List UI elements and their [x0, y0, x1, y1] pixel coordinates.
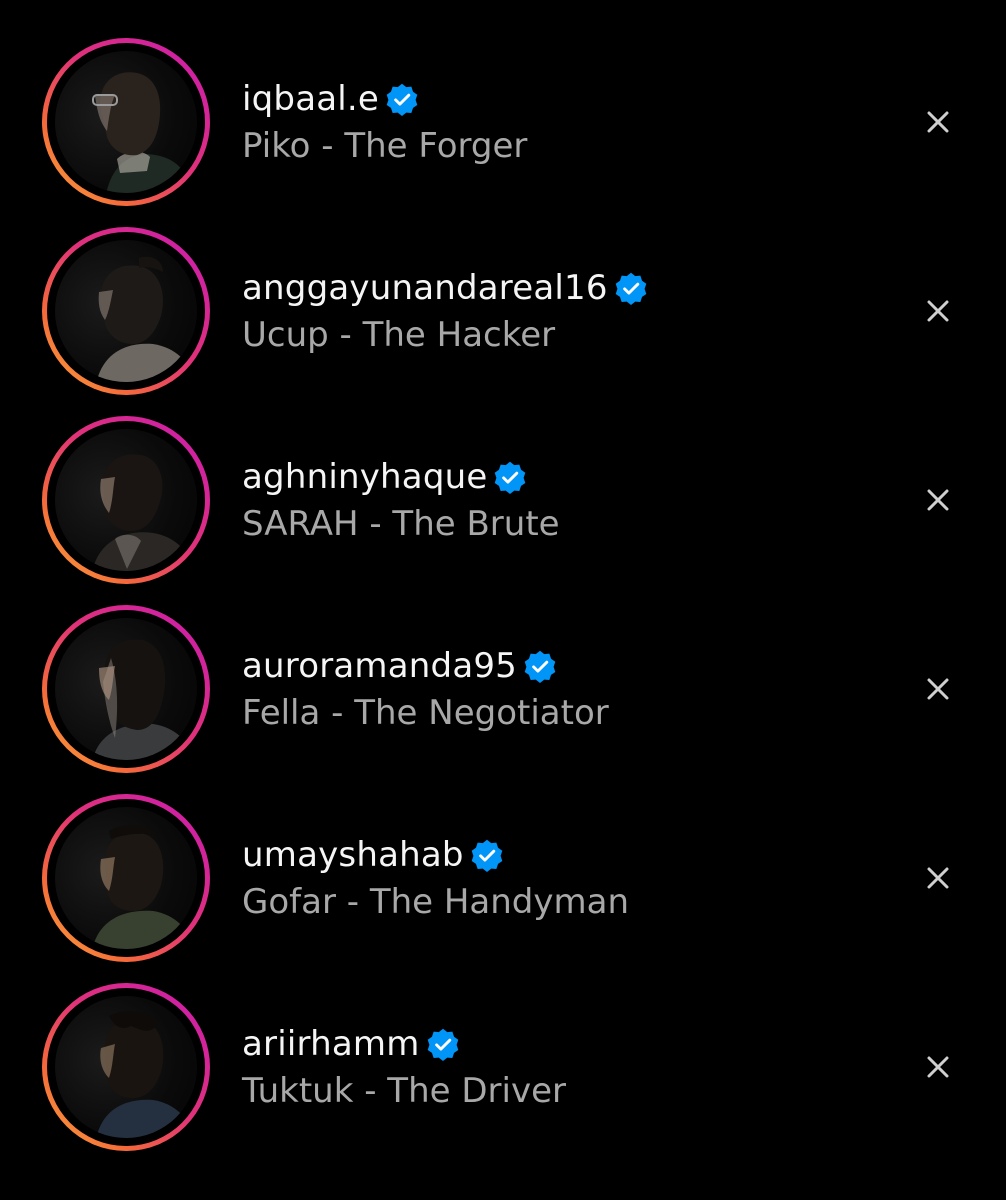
- close-icon: [927, 489, 949, 511]
- username[interactable]: umayshahab: [242, 835, 464, 875]
- verified-badge-icon: [386, 83, 418, 116]
- profile-photo: [92, 639, 195, 760]
- dismiss-button[interactable]: [918, 480, 958, 520]
- username[interactable]: auroramanda95: [242, 646, 517, 686]
- close-icon: [927, 678, 949, 700]
- story-ring[interactable]: [42, 794, 210, 962]
- account-subtitle: Gofar - The Handyman: [242, 882, 630, 922]
- account-subtitle: Tuktuk - The Driver: [242, 1071, 566, 1111]
- verified-badge-icon: [524, 650, 556, 683]
- verified-badge-icon: [495, 461, 526, 494]
- account-subtitle: Piko - The Forger: [242, 126, 528, 166]
- username[interactable]: aghninyhaque: [242, 457, 487, 497]
- story-ring[interactable]: [42, 416, 210, 584]
- profile-photo: [92, 825, 196, 949]
- profile-photo: [92, 454, 196, 571]
- avatar[interactable]: [55, 996, 197, 1138]
- account-row[interactable]: auroramanda95 Fella - The Negotiator: [0, 567, 1006, 773]
- verified-badge-icon: [471, 839, 503, 872]
- close-icon: [927, 300, 949, 322]
- account-row[interactable]: iqbaal.e Piko - The Forger: [0, 0, 1006, 206]
- dismiss-button[interactable]: [918, 669, 958, 709]
- close-icon: [927, 1056, 949, 1078]
- profile-photo: [96, 1011, 196, 1138]
- story-ring[interactable]: [42, 605, 210, 773]
- profile-photo: [96, 256, 196, 382]
- close-icon: [927, 867, 949, 889]
- account-row[interactable]: umayshahab Gofar - The Handyman: [0, 756, 1006, 962]
- account-subtitle: Fella - The Negotiator: [242, 693, 609, 733]
- avatar[interactable]: [55, 429, 197, 571]
- account-row[interactable]: aghninyhaque SARAH - The Brute: [0, 378, 1006, 584]
- story-ring[interactable]: [42, 227, 210, 395]
- story-ring[interactable]: [42, 38, 210, 206]
- dismiss-button[interactable]: [918, 102, 958, 142]
- username[interactable]: anggayunandareal16: [242, 268, 608, 308]
- dismiss-button[interactable]: [918, 291, 958, 331]
- account-subtitle: Ucup - The Hacker: [242, 315, 556, 355]
- avatar[interactable]: [55, 240, 197, 382]
- story-ring[interactable]: [42, 983, 210, 1151]
- username[interactable]: ariirhamm: [242, 1024, 420, 1064]
- profile-photo: [92, 72, 194, 193]
- verified-badge-icon: [427, 1028, 458, 1061]
- account-row[interactable]: anggayunandareal16 Ucup - The Hacker: [0, 189, 1006, 395]
- avatar[interactable]: [55, 51, 197, 193]
- username[interactable]: iqbaal.e: [242, 79, 379, 119]
- account-subtitle: SARAH - The Brute: [242, 504, 560, 544]
- close-icon: [927, 111, 949, 133]
- dismiss-button[interactable]: [918, 1047, 958, 1087]
- account-row[interactable]: ariirhamm Tuktuk - The Driver: [0, 945, 1006, 1151]
- verified-badge-icon: [615, 272, 647, 305]
- suggested-accounts-list: iqbaal.e Piko - The Forger anggayunandar…: [0, 0, 1006, 1200]
- dismiss-button[interactable]: [918, 858, 958, 898]
- avatar[interactable]: [55, 807, 197, 949]
- avatar[interactable]: [55, 618, 197, 760]
